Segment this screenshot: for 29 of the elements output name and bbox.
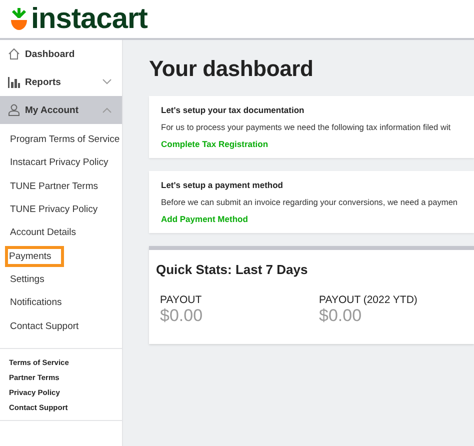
- account-menu-link[interactable]: TUNE Partner Terms: [9, 178, 99, 194]
- account-menu-link[interactable]: Payments: [8, 248, 62, 264]
- stat-label: PAYOUT: [160, 294, 203, 306]
- account-menu-link[interactable]: Program Terms of Service: [9, 132, 121, 148]
- account-menu-link[interactable]: TUNE Privacy Policy: [9, 202, 99, 218]
- card-text: For us to process your payments we need the following tax information filed wit: [161, 122, 452, 132]
- nav-item[interactable]: Reports: [0, 68, 122, 96]
- carrot-logo-icon: [10, 7, 28, 31]
- chevron-down-icon[interactable]: [102, 79, 112, 85]
- brand-logo: instacart: [31, 4, 148, 34]
- person-icon: [8, 104, 20, 116]
- account-menu-link[interactable]: Account Details: [9, 225, 78, 240]
- stat-value: $0.00: [160, 306, 204, 326]
- account-menu-link[interactable]: Notifications: [9, 295, 63, 310]
- stat-label: PAYOUT (2022 YTD): [319, 294, 418, 306]
- page-title: Your dashboard: [149, 56, 314, 82]
- card-heading: Let's setup your tax documentation: [161, 105, 306, 115]
- card-text: Before we can submit an invoice regarding your conversions, we need a paymen: [161, 197, 459, 207]
- panel-title: Quick Stats: Last 7 Days: [156, 262, 309, 277]
- nav-item[interactable]: Dashboard: [0, 40, 122, 68]
- account-menu-link[interactable]: Settings: [9, 272, 46, 287]
- card-heading: Let's setup a payment method: [161, 180, 284, 190]
- chevron-up-icon[interactable]: [102, 107, 112, 113]
- bar-chart-icon: [8, 76, 20, 88]
- account-menu-link[interactable]: Instacart Privacy Policy: [9, 155, 110, 170]
- stat-value: $0.00: [319, 306, 363, 326]
- account-menu-link[interactable]: Contact Support: [9, 318, 80, 334]
- nav-item[interactable]: My Account: [0, 96, 122, 124]
- home-icon: [8, 48, 20, 60]
